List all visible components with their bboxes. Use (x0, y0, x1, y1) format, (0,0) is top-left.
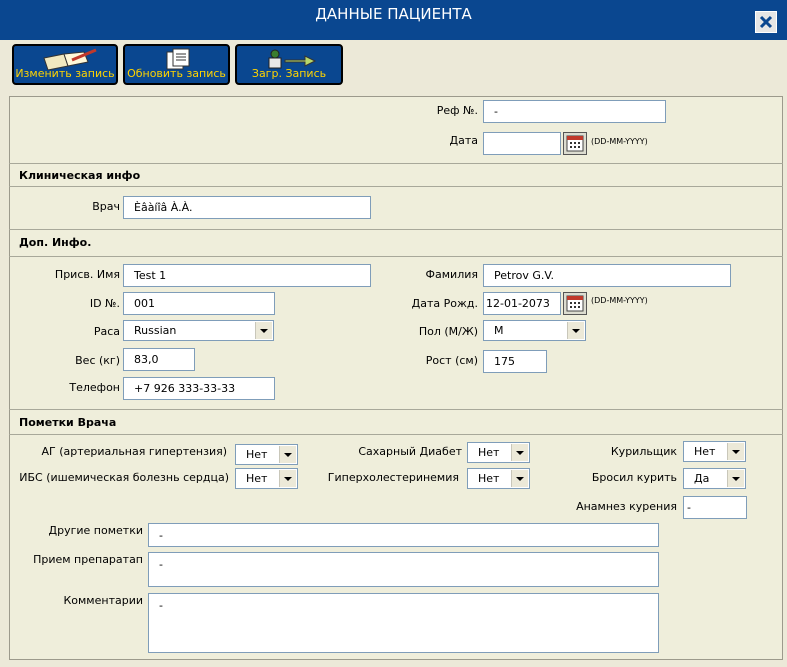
race-select[interactable]: Russian (123, 320, 274, 341)
ref-label: Реф №. (436, 104, 478, 117)
doctor-input[interactable]: Èâàíîâ À.À. (123, 196, 371, 219)
extra-section-title: Доп. Инфо. (19, 236, 92, 249)
chevron-down-icon[interactable] (511, 444, 528, 461)
last-name-label: Фамилия (425, 268, 478, 281)
ihd-select[interactable]: Нет (235, 468, 298, 489)
divider (9, 256, 783, 257)
chevron-down-icon[interactable] (511, 470, 528, 487)
ihd-value: Нет (246, 472, 268, 485)
comments-label: Комментарии (63, 594, 143, 607)
hypertension-select[interactable]: Нет (235, 444, 298, 465)
medications-label: Прием препаратап (33, 553, 143, 566)
id-label: ID №. (89, 297, 120, 310)
chevron-down-icon[interactable] (279, 470, 296, 487)
clinical-section-title: Клиническая инфо (19, 169, 141, 182)
diabetes-select[interactable]: Нет (467, 442, 530, 463)
height-label: Рост (см) (425, 354, 478, 367)
date-label: Дата (449, 134, 478, 147)
weight-label: Вес (кг) (75, 354, 120, 367)
divider (9, 163, 783, 164)
medications-input[interactable]: - (148, 552, 659, 587)
comments-input[interactable]: - (148, 593, 659, 653)
chevron-down-icon[interactable] (279, 446, 296, 463)
sex-value: М (494, 324, 504, 337)
quit-smoking-label: Бросил курить (591, 471, 677, 484)
update-record-button[interactable]: Обновить запись (123, 44, 230, 85)
ihd-label: ИБС (ишемическая болезнь сердца) (19, 471, 229, 484)
dob-calendar-button[interactable] (563, 292, 587, 315)
first-name-input[interactable]: Test 1 (123, 264, 371, 287)
close-button[interactable] (755, 11, 777, 33)
id-input[interactable]: 001 (123, 292, 275, 315)
chevron-down-icon[interactable] (255, 322, 272, 339)
cholesterol-value: Нет (478, 472, 500, 485)
other-notes-input[interactable]: - (148, 523, 659, 547)
other-notes-label: Другие пометки (48, 524, 143, 537)
cholesterol-label: Гиперхолестеринемия (327, 471, 459, 484)
calendar-icon (566, 295, 584, 312)
chevron-down-icon[interactable] (567, 322, 584, 339)
divider (9, 434, 783, 435)
date-input[interactable] (483, 132, 561, 155)
quit-smoking-select[interactable]: Да (683, 468, 746, 489)
height-input[interactable]: 175 (483, 350, 547, 373)
load-record-label: Загр. Запись (251, 67, 327, 80)
close-icon (759, 15, 773, 29)
date-calendar-button[interactable] (563, 132, 587, 155)
smoker-label: Курильщик (610, 445, 677, 458)
date-format-hint: (DD-MM-YYYY) (591, 137, 648, 146)
ref-input[interactable]: - (483, 100, 666, 123)
calendar-icon (566, 135, 584, 152)
first-name-label: Присв. Имя (54, 268, 120, 281)
divider (9, 409, 783, 410)
race-label: Раса (93, 325, 120, 338)
smoker-value: Нет (694, 445, 716, 458)
title-bar: ДАННЫЕ ПАЦИЕНТА (0, 0, 787, 40)
chevron-down-icon[interactable] (727, 443, 744, 460)
toolbar: Изменить запись Обновить запись Загр. За… (0, 40, 787, 90)
smoking-history-input[interactable]: - (683, 496, 747, 519)
edit-record-button[interactable]: Изменить запись (12, 44, 118, 85)
diabetes-label: Сахарный Диабет (358, 445, 462, 458)
dob-input[interactable]: 12-01-2073 (483, 292, 561, 315)
sex-select[interactable]: М (483, 320, 586, 341)
race-value: Russian (134, 324, 177, 337)
window-title: ДАННЫЕ ПАЦИЕНТА (315, 5, 472, 23)
dob-label: Дата Рожд. (411, 297, 478, 310)
divider (9, 229, 783, 230)
cholesterol-select[interactable]: Нет (467, 468, 530, 489)
load-record-button[interactable]: Загр. Запись (235, 44, 343, 85)
phone-input[interactable]: +7 926 333-33-33 (123, 377, 275, 400)
last-name-input[interactable]: Petrov G.V. (483, 264, 731, 287)
doctor-label: Врач (92, 200, 120, 213)
sex-label: Пол (М/Ж) (418, 325, 478, 338)
hypertension-value: Нет (246, 448, 268, 461)
dob-format-hint: (DD-MM-YYYY) (591, 296, 648, 305)
quit-smoking-value: Да (694, 472, 710, 485)
edit-record-label: Изменить запись (15, 67, 115, 80)
chevron-down-icon[interactable] (727, 470, 744, 487)
update-record-label: Обновить запись (127, 67, 226, 80)
smoker-select[interactable]: Нет (683, 441, 746, 462)
weight-input[interactable]: 83,0 (123, 348, 195, 371)
hypertension-label: АГ (артериальная гипертензия) (41, 445, 228, 458)
phone-label: Телефон (69, 381, 120, 394)
smoking-history-label: Анамнез курения (576, 500, 677, 513)
diabetes-value: Нет (478, 446, 500, 459)
divider (9, 186, 783, 187)
notes-section-title: Пометки Врача (19, 416, 117, 429)
